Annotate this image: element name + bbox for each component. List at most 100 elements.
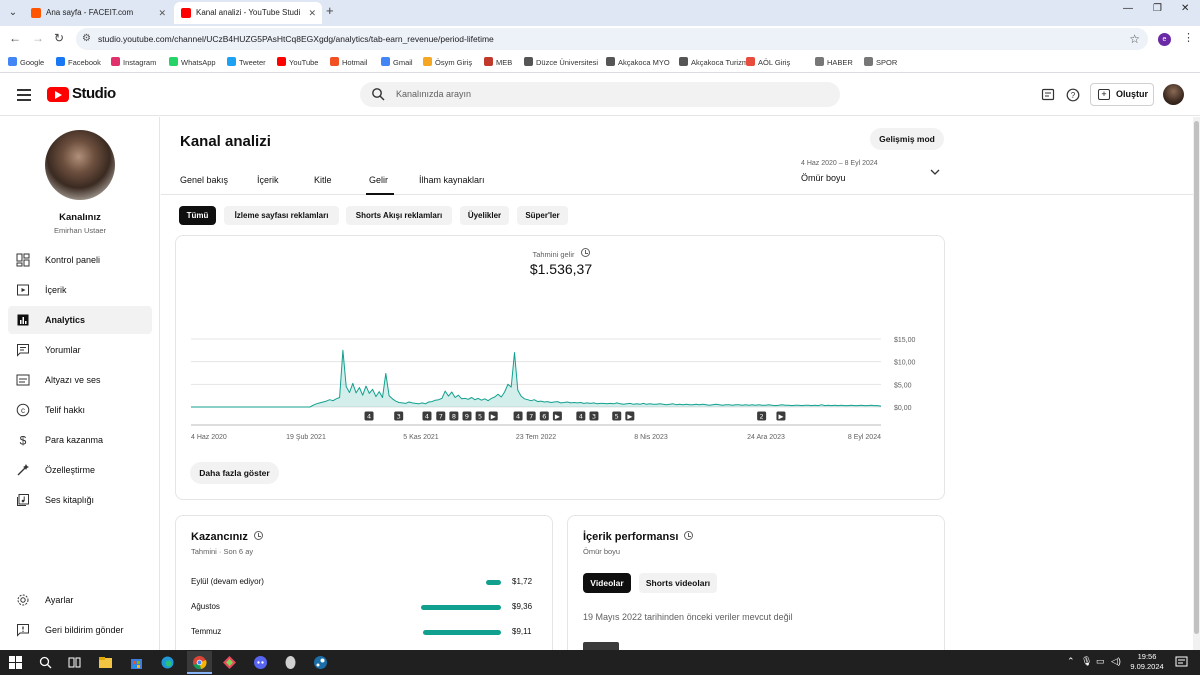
bookmark-3[interactable]: WhatsApp: [169, 57, 216, 67]
chip-memberships[interactable]: Üyelikler: [460, 206, 509, 225]
notifications-icon[interactable]: [1174, 655, 1189, 670]
bookmark-2[interactable]: Instagram: [111, 57, 156, 67]
sidebar-item-monetization[interactable]: $ Para kazanma: [8, 426, 152, 454]
site-info-icon[interactable]: ⚙: [82, 33, 94, 45]
tray-expand-icon[interactable]: ⌃: [1067, 656, 1075, 667]
chip-shorts-feed-ads[interactable]: Shorts Akışı reklamları: [346, 206, 452, 225]
address-bar[interactable]: ⚙ studio.youtube.com/channel/UCzB4HUZG5P…: [76, 28, 1148, 50]
bookmark-12[interactable]: Akçakoca Turizm: [679, 57, 748, 67]
windows-start-icon[interactable]: [8, 655, 23, 670]
messages-icon[interactable]: [1041, 88, 1055, 102]
info-icon[interactable]: [684, 531, 694, 540]
browser-tab-studio[interactable]: Kanal analizi - YouTube Studio ✕: [174, 2, 322, 24]
sidebar-item-settings[interactable]: Ayarlar: [8, 586, 152, 614]
bookmark-13[interactable]: AÖL Giriş: [746, 57, 790, 67]
bookmark-star-icon[interactable]: ☆: [1129, 32, 1140, 46]
bookmark-9[interactable]: MEB: [484, 57, 512, 67]
chip-shorts[interactable]: Shorts videoları: [639, 573, 717, 593]
new-tab-icon[interactable]: +: [326, 3, 334, 18]
tab-close-icon[interactable]: ✕: [158, 2, 166, 24]
tab-audience[interactable]: Kitle: [314, 175, 332, 185]
help-icon[interactable]: ?: [1066, 88, 1080, 102]
bookmark-5[interactable]: YouTube: [277, 57, 318, 67]
bookmark-4[interactable]: Tweeter: [227, 57, 266, 67]
chip-watch-page-ads[interactable]: İzleme sayfası reklamları: [224, 206, 339, 225]
tab-overview[interactable]: Genel bakış: [180, 175, 228, 185]
channel-search-input[interactable]: Kanalınızda arayın: [360, 82, 840, 107]
game-app-icon[interactable]: [222, 655, 237, 670]
event-marker-label: 4: [516, 413, 520, 421]
close-window-icon[interactable]: ✕: [1181, 3, 1189, 14]
sidebar-item-feedback[interactable]: Geri bildirim gönder: [8, 616, 152, 644]
chip-supers[interactable]: Süper'ler: [517, 206, 568, 225]
sidebar-item-audio-library[interactable]: Ses kitaplığı: [8, 486, 152, 514]
network-icon[interactable]: ▭: [1096, 656, 1105, 667]
chip-all[interactable]: Tümü: [179, 206, 216, 225]
browser-menu-icon[interactable]: ⋮: [1183, 31, 1194, 44]
restore-icon[interactable]: ❐: [1153, 3, 1162, 14]
bookmark-favicon-icon: [56, 57, 65, 66]
show-more-button[interactable]: Daha fazla göster: [190, 462, 279, 484]
chip-videos[interactable]: Videolar: [583, 573, 631, 593]
edge-icon[interactable]: [160, 655, 175, 670]
account-avatar[interactable]: [1163, 84, 1184, 105]
earnings-row[interactable]: Eylül (devam ediyor) $1,72: [191, 577, 541, 591]
channel-avatar[interactable]: [45, 130, 115, 200]
event-marker-label: ▶: [627, 413, 632, 421]
event-marker-label: 5: [478, 413, 482, 421]
bookmark-7[interactable]: Gmail: [381, 57, 413, 67]
file-explorer-icon[interactable]: [98, 655, 113, 670]
bookmark-favicon-icon: [679, 57, 688, 66]
task-view-icon[interactable]: [67, 655, 82, 670]
discord-icon[interactable]: [253, 655, 268, 670]
tab-revenue[interactable]: Gelir: [369, 175, 388, 185]
tab-close-icon[interactable]: ✕: [308, 2, 316, 24]
date-range-text[interactable]: 4 Haz 2020 – 8 Eyl 2024: [801, 160, 878, 167]
sidebar-item-customization[interactable]: Özelleştirme: [8, 456, 152, 484]
chevron-down-icon[interactable]: [930, 168, 940, 176]
earnings-row[interactable]: Temmuz $9,11: [191, 627, 541, 641]
video-thumbnail[interactable]: [583, 642, 619, 650]
event-marker-label: 7: [529, 413, 533, 421]
sidebar-item-label: Analytics: [45, 315, 86, 325]
browser-profile-avatar[interactable]: e: [1158, 33, 1171, 46]
scrollbar-thumb[interactable]: [1194, 121, 1199, 634]
taskbar-clock[interactable]: 19:56 9.09.2024: [1125, 652, 1169, 672]
sidebar-item-comments[interactable]: Yorumlar: [8, 336, 152, 364]
minimize-icon[interactable]: —: [1123, 3, 1133, 14]
browser-tab-faceit[interactable]: Ana sayfa - FACEIT.com ✕: [24, 2, 172, 24]
sidebar-item-analytics[interactable]: Analytics: [8, 306, 152, 334]
chrome-icon[interactable]: [192, 655, 207, 670]
bookmark-8[interactable]: Ösym Giriş: [423, 57, 472, 67]
advanced-mode-button[interactable]: Gelişmiş mod: [870, 128, 944, 150]
volume-icon[interactable]: ◁): [1111, 656, 1121, 667]
date-period-select[interactable]: Ömür boyu: [801, 173, 846, 183]
tab-content[interactable]: İçerik: [257, 175, 279, 185]
info-icon[interactable]: [253, 531, 263, 540]
app-icon[interactable]: [283, 655, 298, 670]
back-icon[interactable]: ←: [9, 31, 21, 45]
search-icon[interactable]: [38, 655, 53, 670]
sidebar-item-copyright[interactable]: c Telif hakkı: [8, 396, 152, 424]
sidebar-item-dashboard[interactable]: Kontrol paneli: [8, 246, 152, 274]
steam-icon[interactable]: [313, 655, 328, 670]
tab-search-icon[interactable]: ⌄: [4, 4, 22, 22]
bookmark-0[interactable]: Google: [8, 57, 44, 67]
tab-inspiration[interactable]: İlham kaynakları: [419, 175, 485, 185]
bookmark-15[interactable]: SPOR: [864, 57, 897, 67]
reload-icon[interactable]: ↻: [54, 31, 64, 45]
menu-icon[interactable]: [17, 89, 31, 101]
forward-icon[interactable]: →: [32, 31, 44, 45]
create-button[interactable]: + Oluştur: [1090, 83, 1154, 106]
microphone-icon[interactable]: 🎙: [1081, 656, 1092, 667]
store-icon[interactable]: [129, 655, 144, 670]
sidebar-item-subtitles[interactable]: Altyazı ve ses: [8, 366, 152, 394]
bookmark-6[interactable]: Hotmail: [330, 57, 367, 67]
bookmark-10[interactable]: Düzce Üniversitesi: [524, 57, 598, 67]
earnings-row[interactable]: Ağustos $9,36: [191, 602, 541, 616]
bookmark-1[interactable]: Facebook: [56, 57, 101, 67]
revenue-chart[interactable]: $15,00 $10,00 $5,00 $0,00 4 3 4 7 8 9 5 ▶ 4 7 6 ▶ 4 3 5 ▶ 2 ▶…: [176, 236, 946, 461]
bookmark-11[interactable]: Akçakoca MYO: [606, 57, 670, 67]
sidebar-item-content[interactable]: İçerik: [8, 276, 152, 304]
bookmark-14[interactable]: HABER: [815, 57, 853, 67]
